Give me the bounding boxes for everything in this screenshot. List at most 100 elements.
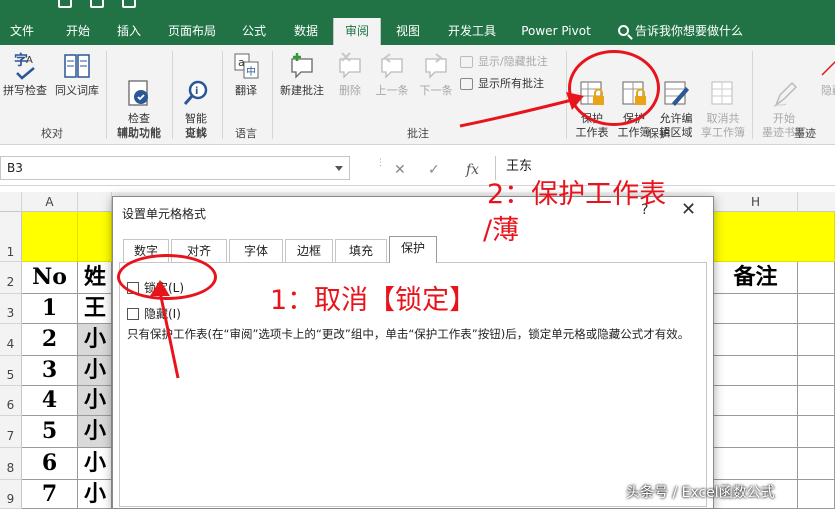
tab-home[interactable]: 开始: [52, 18, 104, 45]
row-header-2[interactable]: 2: [0, 262, 22, 294]
spell-check-icon: 字A: [11, 51, 39, 81]
tell-me-search[interactable]: 告诉我你想要做什么: [618, 18, 743, 45]
hidden-checkbox[interactable]: 隐藏(I): [127, 305, 181, 322]
translate-button[interactable]: a中 翻译: [226, 51, 266, 98]
cell-name[interactable]: 小: [78, 416, 112, 448]
cell-name[interactable]: 小: [78, 480, 112, 509]
cell-i[interactable]: [798, 448, 835, 480]
cell-h[interactable]: [714, 294, 798, 324]
cell-no[interactable]: 3: [22, 356, 78, 386]
hide-ink-icon: [818, 51, 835, 81]
show-hide-comment-label: 显示/隐藏批注: [478, 55, 548, 68]
cell-name[interactable]: 小: [78, 386, 112, 416]
tab-fill[interactable]: 填充: [335, 239, 387, 262]
tab-protection[interactable]: 保护: [389, 236, 437, 263]
header-no[interactable]: No: [22, 262, 78, 294]
cell-no[interactable]: 7: [22, 480, 78, 509]
tab-power-pivot[interactable]: Power Pivot: [516, 18, 596, 45]
next-comment-label: 下一条: [419, 84, 453, 97]
cell-name[interactable]: 小: [78, 324, 112, 356]
redo-icon[interactable]: [122, 0, 136, 8]
cell-i[interactable]: [798, 386, 835, 416]
group-proofing-label: 校对: [41, 127, 63, 140]
cell-h1[interactable]: [714, 212, 835, 262]
ribbon-separator: [172, 51, 173, 139]
cell-name[interactable]: 小: [78, 448, 112, 480]
row-header-5[interactable]: 5: [0, 356, 22, 386]
cell-b1[interactable]: [78, 212, 112, 262]
row-header-7[interactable]: 7: [0, 416, 22, 448]
title-bar: [0, 0, 835, 18]
cell-i2[interactable]: [798, 262, 835, 294]
checkbox-box[interactable]: [127, 308, 139, 320]
close-icon[interactable]: ✕: [681, 199, 696, 220]
cell-name[interactable]: 王: [78, 294, 112, 324]
next-comment-button[interactable]: 下一条: [414, 51, 458, 98]
tab-page-layout[interactable]: 页面布局: [160, 18, 224, 45]
translate-icon: a中: [232, 51, 260, 81]
undo-icon[interactable]: [90, 0, 104, 8]
cell-i[interactable]: [798, 480, 835, 509]
cell-i[interactable]: [798, 324, 835, 356]
column-header-i[interactable]: [798, 192, 835, 212]
name-box[interactable]: B3: [0, 156, 350, 180]
tab-review[interactable]: 审阅: [333, 18, 381, 45]
cell-h[interactable]: [714, 386, 798, 416]
cell-i[interactable]: [798, 416, 835, 448]
thesaurus-button[interactable]: 同义词库: [52, 51, 102, 98]
column-header-b[interactable]: [78, 192, 112, 212]
cell-h[interactable]: [714, 324, 798, 356]
group-ink-label: 墨迹: [794, 127, 816, 140]
row-header-1[interactable]: 1: [0, 212, 22, 262]
hide-ink-label: 隐藏: [821, 84, 835, 97]
header-name[interactable]: 姓: [78, 262, 112, 294]
cell-no[interactable]: 5: [22, 416, 78, 448]
cell-h[interactable]: [714, 416, 798, 448]
cell-h[interactable]: [714, 448, 798, 480]
previous-comment-button[interactable]: 上一条: [370, 51, 414, 98]
save-icon[interactable]: [58, 0, 72, 8]
tab-border[interactable]: 边框: [285, 239, 333, 262]
show-all-comments-button[interactable]: 显示所有批注: [460, 75, 544, 93]
hide-ink-button[interactable]: 隐藏: [812, 51, 835, 98]
enter-icon[interactable]: ✓: [428, 162, 440, 178]
new-comment-button[interactable]: 新建批注: [276, 51, 328, 98]
row-header-4[interactable]: 4: [0, 324, 22, 356]
row-header-9[interactable]: 9: [0, 480, 22, 509]
annotation-oval-locked: [117, 254, 217, 300]
tab-view[interactable]: 视图: [386, 18, 430, 45]
cell-h[interactable]: [714, 356, 798, 386]
tab-developer[interactable]: 开发工具: [440, 18, 504, 45]
chevron-down-icon[interactable]: [335, 166, 343, 171]
show-hide-comment-button[interactable]: 显示/隐藏批注: [460, 53, 548, 71]
column-header-h[interactable]: H: [714, 192, 798, 212]
cell-i[interactable]: [798, 294, 835, 324]
cell-name[interactable]: 小: [78, 356, 112, 386]
row-header-8[interactable]: 8: [0, 448, 22, 480]
tab-data[interactable]: 数据: [285, 18, 327, 45]
tab-insert[interactable]: 插入: [108, 18, 150, 45]
spell-check-button[interactable]: 字A 拼写检查: [0, 51, 50, 98]
cell-no[interactable]: 4: [22, 386, 78, 416]
insert-function-icon[interactable]: fx: [466, 162, 479, 178]
search-icon: [618, 25, 629, 36]
ribbon-separator: [106, 51, 107, 139]
cell-i[interactable]: [798, 356, 835, 386]
row-header-3[interactable]: 3: [0, 294, 22, 324]
tab-formulas[interactable]: 公式: [234, 18, 274, 45]
header-note[interactable]: 备注: [714, 262, 798, 294]
ribbon: 字A 拼写检查 同义词库 校对 检查 辅助功能 辅助功能 i 智能 查找 见解 …: [0, 45, 835, 145]
tab-file[interactable]: 文件: [0, 18, 44, 45]
cell-no[interactable]: 2: [22, 324, 78, 356]
select-all-corner[interactable]: [0, 192, 22, 212]
delete-comment-button[interactable]: 删除: [330, 51, 370, 98]
column-header-a[interactable]: A: [22, 192, 78, 212]
cell-a1[interactable]: [22, 212, 78, 262]
cell-no[interactable]: 1: [22, 294, 78, 324]
dialog-title: 设置单元格格式: [122, 207, 207, 221]
cell-no[interactable]: 6: [22, 448, 78, 480]
row-header-6[interactable]: 6: [0, 386, 22, 416]
cancel-icon[interactable]: ✕: [394, 162, 406, 178]
delete-comment-label: 删除: [339, 84, 361, 97]
tab-font[interactable]: 字体: [229, 239, 283, 262]
